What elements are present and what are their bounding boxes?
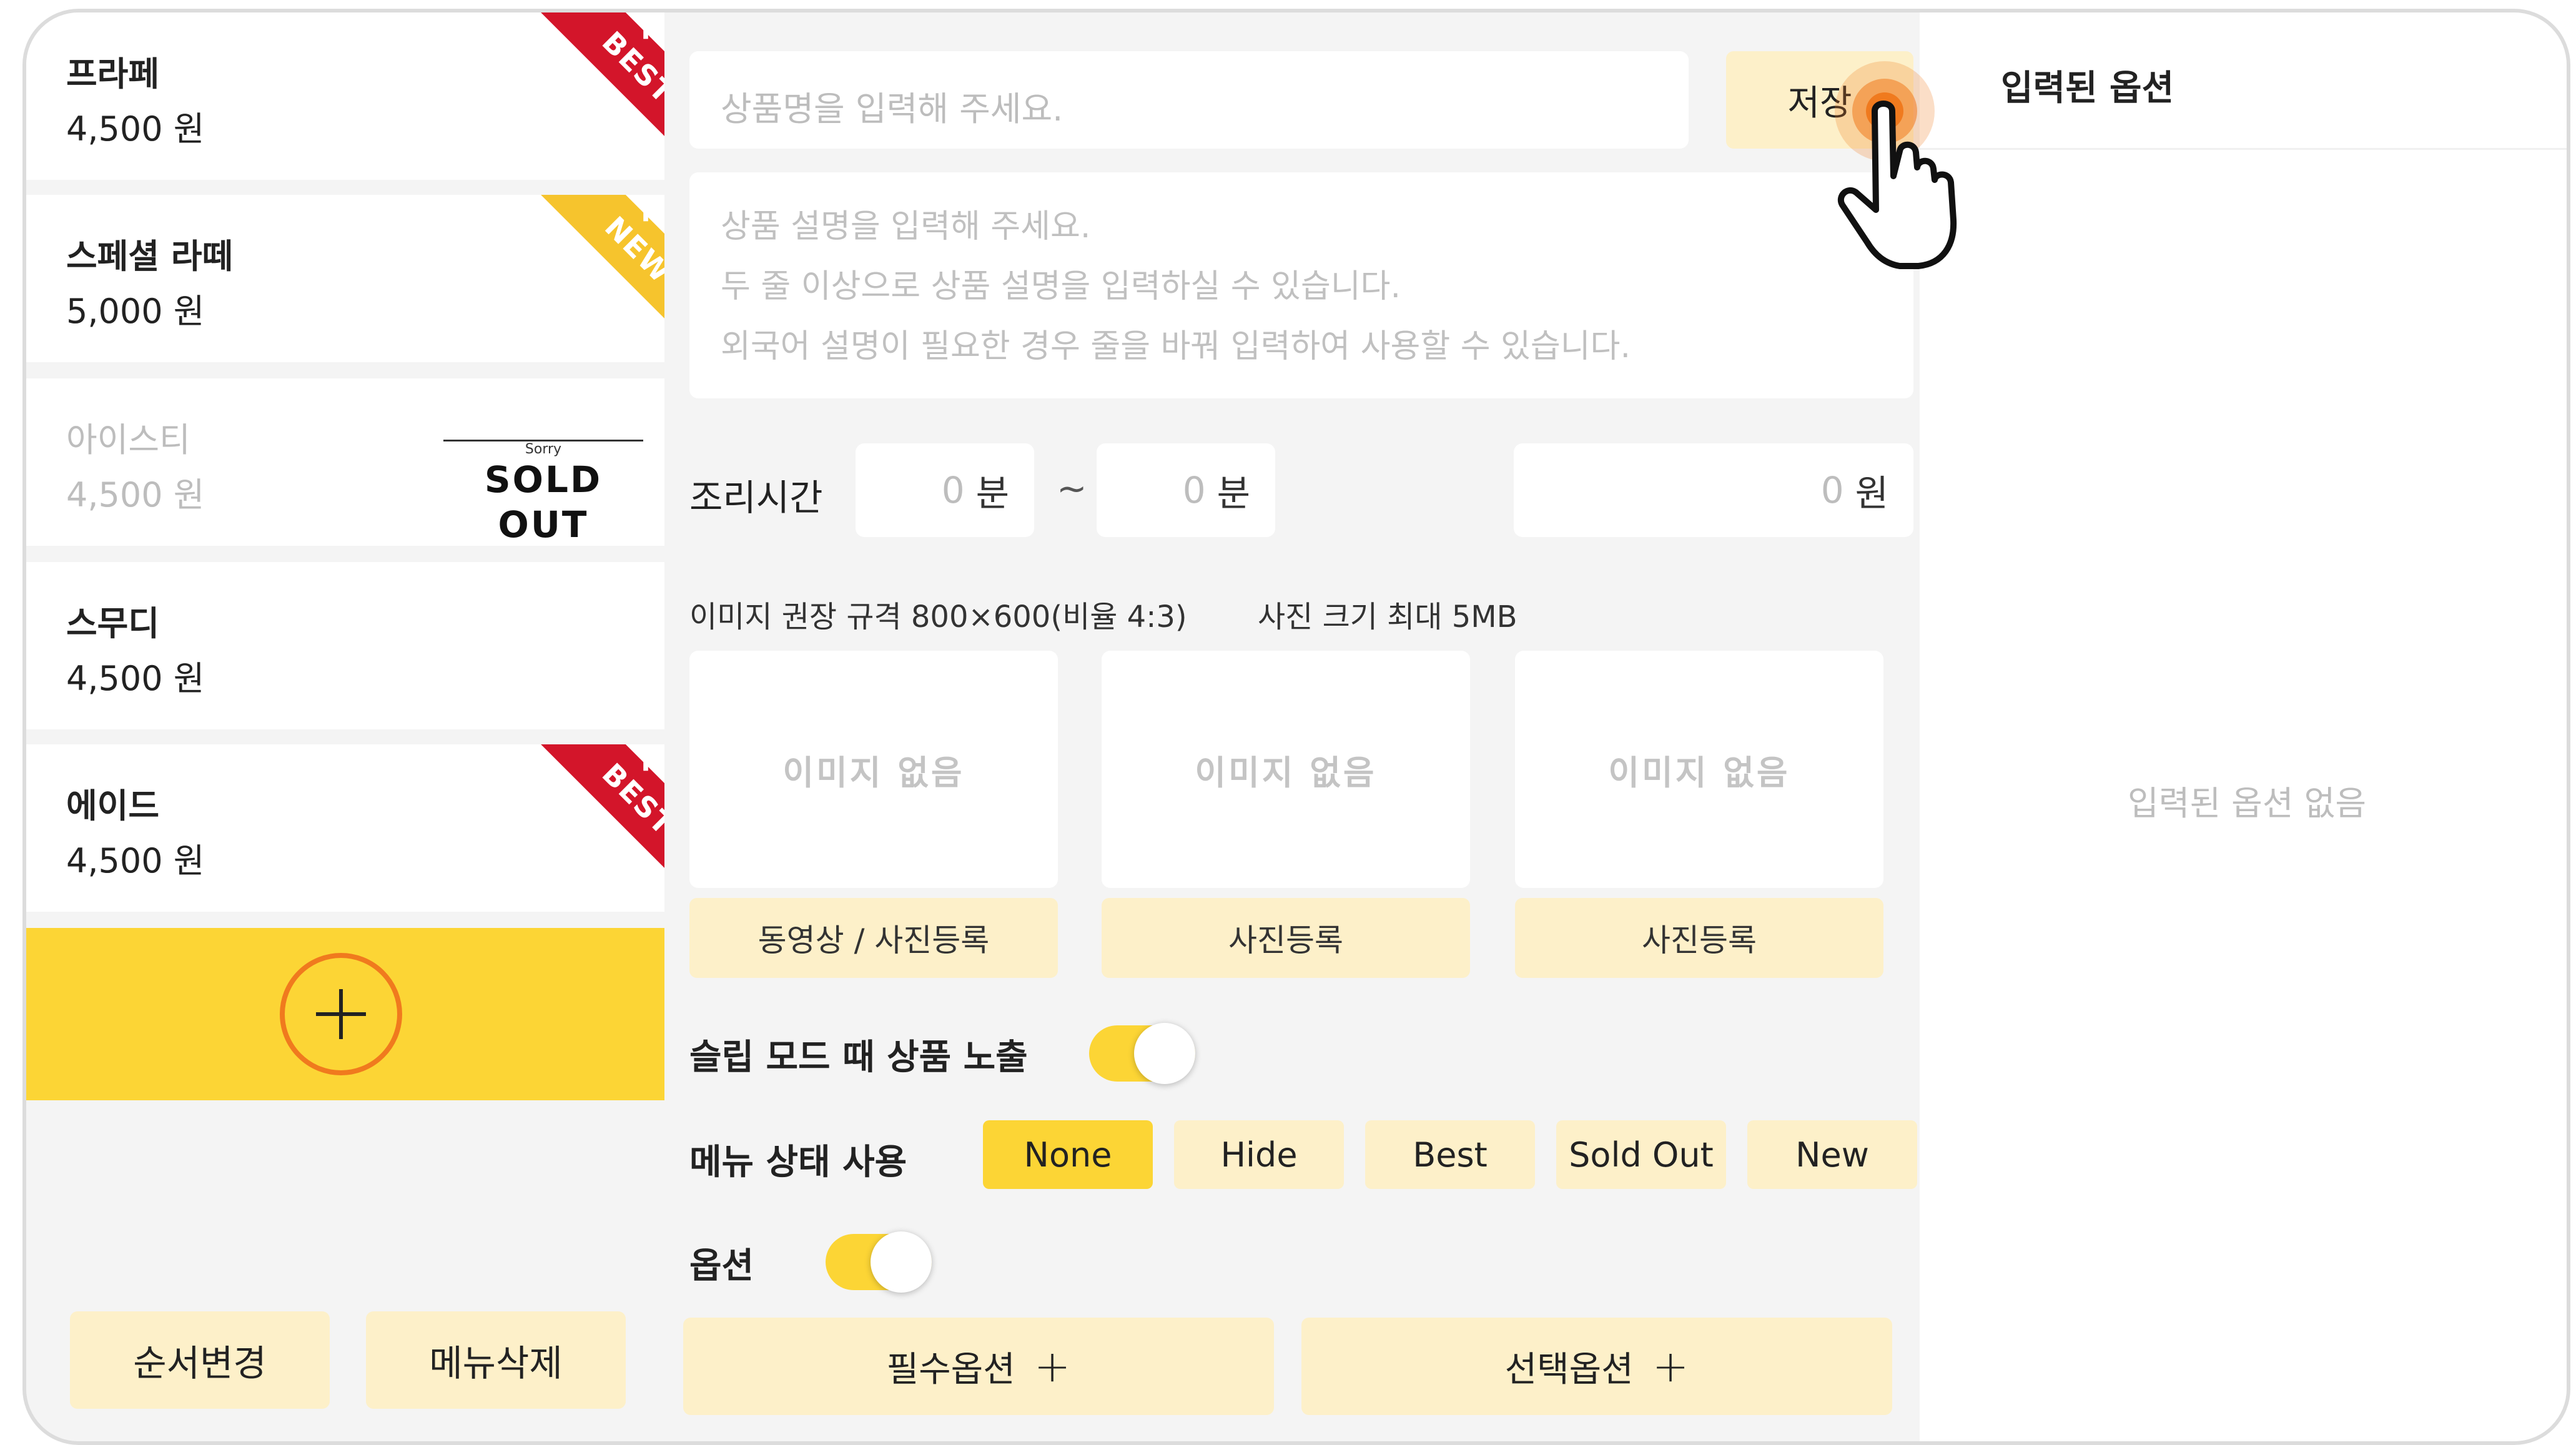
toggle-knob bbox=[871, 1231, 932, 1293]
menu-item-price: 5,000 원 bbox=[66, 292, 205, 331]
option-toggle[interactable] bbox=[826, 1231, 932, 1293]
menu-sidebar: 프라페 4,500 원 BEST P 스페셜 라떼 5,000 원 NEW P … bbox=[26, 12, 664, 1441]
cook-time-max-value: 0 bbox=[1182, 469, 1206, 511]
optional-option-label: 선택옵션 bbox=[1504, 1349, 1634, 1390]
menu-item-name: 스페셜 라떼 bbox=[66, 237, 234, 276]
image-size-text: 사진 크기 최대 5MB bbox=[1258, 599, 1517, 634]
sold-out-text: SOLD OUT bbox=[443, 457, 643, 546]
add-menu-area[interactable] bbox=[26, 928, 664, 1100]
tap-hand-pointer-icon bbox=[1835, 61, 1957, 269]
state-new-button[interactable]: New bbox=[1747, 1120, 1917, 1189]
photo-upload-button-3[interactable]: 사진등록 bbox=[1515, 898, 1883, 978]
option-label: 옵션 bbox=[689, 1246, 754, 1286]
state-none-button[interactable]: None bbox=[983, 1120, 1153, 1189]
range-tilde: ~ bbox=[1057, 467, 1087, 510]
menu-item-price: 4,500 원 bbox=[66, 841, 205, 880]
product-name-input[interactable]: 상품명을 입력해 주세요. bbox=[689, 51, 1689, 149]
menu-item-frappe[interactable]: 프라페 4,500 원 BEST P bbox=[26, 12, 664, 180]
won-unit: 원 bbox=[1855, 472, 1888, 515]
menu-item-ice-tea[interactable]: 아이스티 4,500 원 Sorry SOLD OUT bbox=[26, 378, 664, 546]
menu-item-name: 아이스티 bbox=[66, 420, 190, 460]
menu-item-name: 에이드 bbox=[66, 786, 160, 826]
menu-item-name: 프라페 bbox=[66, 54, 160, 94]
ribbon-p-mark: P bbox=[641, 199, 659, 227]
image-slot-2[interactable]: 이미지 없음 bbox=[1102, 651, 1470, 888]
menu-item-price: 4,500 원 bbox=[66, 109, 205, 149]
product-editor: 상품명을 입력해 주세요. 저장 상품 설명을 입력해 주세요. 두 줄 이상으… bbox=[664, 12, 1920, 1441]
minute-unit: 분 bbox=[975, 472, 1009, 515]
sold-out-sorry: Sorry bbox=[443, 440, 643, 457]
state-sold-out-button[interactable]: Sold Out bbox=[1556, 1120, 1726, 1189]
best-ribbon: BEST P bbox=[515, 744, 664, 888]
options-empty-message: 입력된 옵션 없음 bbox=[2127, 784, 2367, 823]
plus-icon: + bbox=[1034, 1341, 1071, 1392]
state-hide-button[interactable]: Hide bbox=[1174, 1120, 1344, 1189]
cook-time-min-value: 0 bbox=[941, 469, 965, 511]
photo-upload-button-2[interactable]: 사진등록 bbox=[1102, 898, 1470, 978]
reorder-button[interactable]: 순서변경 bbox=[70, 1311, 330, 1409]
state-best-button[interactable]: Best bbox=[1365, 1120, 1535, 1189]
product-name-placeholder: 상품명을 입력해 주세요. bbox=[721, 89, 1063, 129]
price-input[interactable]: 0 원 bbox=[1514, 443, 1913, 537]
image-slot-1[interactable]: 이미지 없음 bbox=[689, 651, 1058, 888]
ribbon-p-mark: P bbox=[641, 16, 659, 45]
menu-item-smoothie[interactable]: 스무디 4,500 원 bbox=[26, 562, 664, 729]
add-menu-plus-icon[interactable] bbox=[280, 953, 402, 1075]
menu-item-price: 4,500 원 bbox=[66, 475, 205, 515]
plus-icon: + bbox=[1652, 1341, 1689, 1392]
price-value: 0 bbox=[1820, 469, 1844, 511]
product-description-input[interactable]: 상품 설명을 입력해 주세요. 두 줄 이상으로 상품 설명을 입력하실 수 있… bbox=[689, 172, 1913, 398]
best-ribbon: BEST P bbox=[515, 12, 664, 156]
image-slot-3[interactable]: 이미지 없음 bbox=[1515, 651, 1883, 888]
optional-option-add-button[interactable]: 선택옵션 + bbox=[1301, 1318, 1892, 1415]
ribbon-p-mark: P bbox=[641, 748, 659, 777]
toggle-knob bbox=[1134, 1023, 1195, 1084]
slip-mode-label: 슬립 모드 때 상품 노출 bbox=[689, 1037, 1028, 1078]
cook-time-min-input[interactable]: 0 분 bbox=[856, 443, 1034, 537]
required-option-add-button[interactable]: 필수옵션 + bbox=[683, 1318, 1274, 1415]
image-spec-text: 이미지 권장 규격 800×600(비율 4:3) bbox=[689, 599, 1187, 634]
menu-item-special-latte[interactable]: 스페셜 라떼 5,000 원 NEW P bbox=[26, 195, 664, 362]
menu-state-label: 메뉴 상태 사용 bbox=[689, 1142, 907, 1183]
sold-out-badge: Sorry SOLD OUT bbox=[443, 433, 643, 546]
options-panel-title: 입력된 옵션 bbox=[2001, 68, 2174, 109]
menu-item-price: 4,500 원 bbox=[66, 659, 205, 698]
minute-unit: 분 bbox=[1216, 472, 1250, 515]
description-placeholder-line: 상품 설명을 입력해 주세요. bbox=[721, 208, 1091, 245]
slip-mode-toggle[interactable] bbox=[1089, 1023, 1195, 1084]
video-photo-upload-button[interactable]: 동영상 / 사진등록 bbox=[689, 898, 1058, 978]
cook-time-label: 조리시간 bbox=[689, 476, 823, 519]
menu-item-name: 스무디 bbox=[66, 604, 160, 643]
app-frame: 프라페 4,500 원 BEST P 스페셜 라떼 5,000 원 NEW P … bbox=[22, 9, 2570, 1445]
required-option-label: 필수옵션 bbox=[886, 1349, 1015, 1390]
delete-menu-button[interactable]: 메뉴삭제 bbox=[366, 1311, 626, 1409]
new-ribbon: NEW P bbox=[515, 195, 664, 338]
description-placeholder-line: 두 줄 이상으로 상품 설명을 입력하실 수 있습니다. bbox=[721, 268, 1401, 305]
description-placeholder-line: 외국어 설명이 필요한 경우 줄을 바꿔 입력하여 사용할 수 있습니다. bbox=[721, 328, 1631, 365]
menu-item-ade[interactable]: 에이드 4,500 원 BEST P bbox=[26, 744, 664, 912]
cook-time-max-input[interactable]: 0 분 bbox=[1097, 443, 1275, 537]
